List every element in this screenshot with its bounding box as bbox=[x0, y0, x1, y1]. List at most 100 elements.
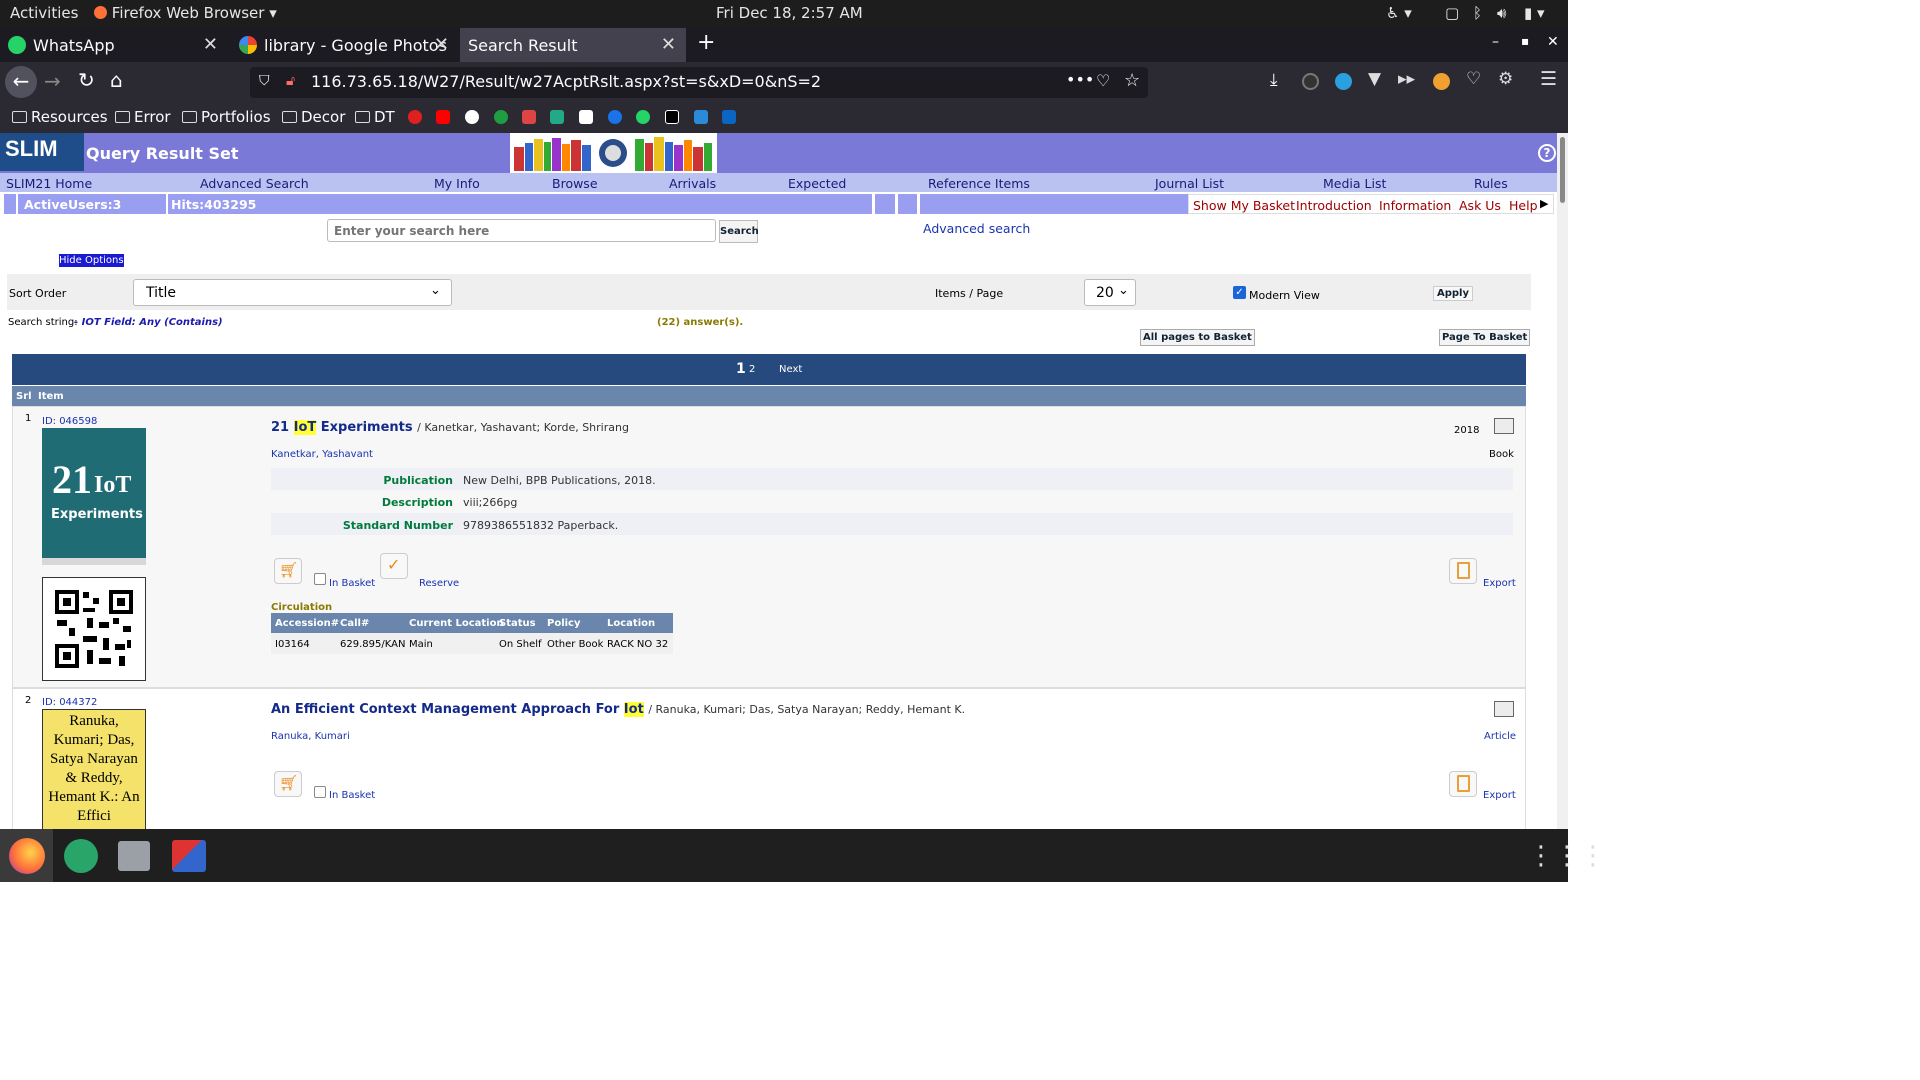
menu-item-home[interactable]: SLIM21 Home bbox=[6, 176, 92, 191]
accessibility-icon[interactable]: ♿ ▾ bbox=[1386, 4, 1412, 22]
app-menu[interactable]: Firefox Web Browser ▾ bbox=[94, 4, 277, 22]
export-document-icon[interactable] bbox=[1449, 771, 1477, 797]
drive-icon[interactable] bbox=[550, 110, 564, 124]
whatsapp-icon[interactable] bbox=[636, 110, 650, 124]
file-manager-icon[interactable] bbox=[118, 841, 150, 871]
url-text[interactable]: 116.73.65.18/W27/Result/w27AcptRslt.aspx… bbox=[311, 72, 821, 91]
result-title-link[interactable]: An Efficient Context Management Approach… bbox=[271, 702, 965, 717]
advanced-search-link[interactable]: Advanced search bbox=[923, 221, 1030, 236]
bookmark-folder-dt[interactable]: DT bbox=[355, 108, 395, 126]
github-icon[interactable] bbox=[465, 110, 479, 124]
author-link[interactable]: Ranuka, Kumari bbox=[271, 731, 350, 742]
search-input[interactable] bbox=[327, 219, 716, 242]
information-link[interactable]: Information bbox=[1379, 198, 1451, 213]
next-page-link[interactable]: Next bbox=[779, 364, 802, 375]
bookmark-icon[interactable] bbox=[608, 110, 622, 124]
software-center-icon[interactable] bbox=[64, 839, 98, 873]
gmail-icon[interactable] bbox=[522, 110, 536, 124]
sort-order-select[interactable]: Title ⌄ bbox=[133, 279, 452, 306]
page-scrollbar[interactable] bbox=[1557, 133, 1568, 829]
youtube-icon[interactable] bbox=[436, 110, 450, 124]
menu-item-reference[interactable]: Reference Items bbox=[928, 176, 1030, 191]
extension-icon[interactable]: ♡ bbox=[1466, 69, 1481, 89]
result-title-link[interactable]: 21 IoT Experiments / Kanetkar, Yashavant… bbox=[271, 420, 629, 435]
bookmark-star-icon[interactable]: ☆ bbox=[1124, 70, 1140, 91]
hide-options-link[interactable]: Hide Options bbox=[59, 254, 124, 267]
tab-google-photos[interactable]: library - Google Photos ✕ bbox=[231, 28, 459, 62]
extension-icon[interactable] bbox=[1335, 73, 1352, 90]
in-basket-checkbox[interactable] bbox=[314, 786, 326, 798]
menu-item-journal-list[interactable]: Journal List bbox=[1155, 176, 1224, 191]
new-tab-button[interactable]: + bbox=[697, 30, 715, 55]
search-button[interactable]: Search bbox=[719, 220, 759, 243]
linkedin-icon[interactable] bbox=[722, 110, 736, 124]
download-icon[interactable]: ⤓ bbox=[1270, 70, 1278, 90]
screen-recorder-icon[interactable] bbox=[172, 840, 206, 872]
export-link[interactable]: Export bbox=[1483, 578, 1516, 589]
page-actions-icon[interactable]: ••• bbox=[1066, 70, 1094, 89]
ask-us-link[interactable]: Ask Us bbox=[1459, 198, 1501, 213]
insecure-lock-icon[interactable]: 🔓︎ bbox=[286, 73, 295, 89]
introduction-link[interactable]: Introduction bbox=[1296, 198, 1372, 213]
shield-icon[interactable]: ⛉ bbox=[259, 73, 270, 89]
bookmark-folder-portfolios[interactable]: Portfolios bbox=[182, 108, 271, 126]
author-link[interactable]: Kanetkar, Yashavant bbox=[271, 449, 373, 460]
bookmark-icon[interactable] bbox=[494, 110, 508, 124]
menu-item-expected[interactable]: Expected bbox=[788, 176, 846, 191]
extension-icon[interactable] bbox=[1302, 73, 1319, 90]
show-basket-link[interactable]: Show My Basket bbox=[1193, 198, 1295, 213]
bookmark-icon[interactable] bbox=[694, 110, 708, 124]
page-2-link[interactable]: 2 bbox=[749, 364, 755, 375]
bookmark-icon[interactable] bbox=[665, 110, 679, 124]
article-cover-image[interactable]: Ranuka, Kumari; Das, Satya Narayan & Red… bbox=[42, 709, 146, 829]
forward-button[interactable]: → bbox=[44, 69, 61, 93]
add-to-basket-cart-icon[interactable]: 🛒︎ bbox=[274, 558, 302, 584]
bookmark-folder-resources[interactable]: Resources bbox=[12, 108, 108, 126]
close-window-button[interactable]: ✕ bbox=[1547, 34, 1559, 50]
menu-item-rules[interactable]: Rules bbox=[1474, 176, 1508, 191]
activities-button[interactable]: Activities bbox=[10, 4, 78, 22]
app-grid-icon[interactable]: ⋮⋮⋮ bbox=[1528, 843, 1606, 869]
amazon-icon[interactable] bbox=[579, 110, 593, 124]
volume-icon[interactable]: 🔊︎ bbox=[1497, 4, 1506, 22]
add-to-basket-cart-icon[interactable]: 🛒︎ bbox=[274, 771, 302, 797]
minimize-button[interactable]: – bbox=[1492, 34, 1499, 50]
menu-icon[interactable]: ☰ bbox=[1540, 68, 1557, 90]
export-link[interactable]: Export bbox=[1483, 790, 1516, 801]
tab-whatsapp[interactable]: WhatsApp ✕ bbox=[0, 28, 228, 62]
menu-item-media-list[interactable]: Media List bbox=[1323, 176, 1386, 191]
help-link[interactable]: Help bbox=[1509, 198, 1538, 213]
maximize-button[interactable]: ▪ bbox=[1521, 34, 1529, 48]
dock-firefox[interactable] bbox=[0, 829, 53, 882]
modern-view-checkbox[interactable]: ✓ bbox=[1233, 286, 1246, 299]
menu-item-my-info[interactable]: My Info bbox=[434, 176, 480, 191]
menu-item-advanced-search[interactable]: Advanced Search bbox=[200, 176, 309, 191]
extension-icon[interactable]: ▼ bbox=[1368, 69, 1381, 89]
apply-button[interactable]: Apply bbox=[1433, 286, 1474, 301]
bookmark-icon[interactable] bbox=[408, 110, 422, 124]
bookmark-folder-decor[interactable]: Decor bbox=[282, 108, 345, 126]
menu-item-arrivals[interactable]: Arrivals bbox=[669, 176, 716, 191]
bluetooth-icon[interactable]: ᛒ bbox=[1473, 4, 1482, 22]
extension-icon[interactable]: ▸▸ bbox=[1398, 69, 1415, 89]
clock[interactable]: Fri Dec 18, 2:57 AM bbox=[716, 4, 863, 22]
reload-button[interactable]: ↻ bbox=[78, 68, 95, 92]
export-document-icon[interactable] bbox=[1449, 558, 1477, 584]
battery-icon[interactable]: ▮ ▾ bbox=[1524, 4, 1545, 22]
home-button[interactable]: ⌂ bbox=[110, 68, 123, 92]
scrollbar-thumb[interactable] bbox=[1560, 137, 1565, 203]
url-bar[interactable]: ⛉ 🔓︎ 116.73.65.18/W27/Result/w27AcptRslt… bbox=[250, 67, 1148, 98]
in-basket-checkbox[interactable] bbox=[314, 573, 326, 585]
close-icon[interactable]: ✕ bbox=[661, 34, 676, 55]
screen-icon[interactable]: ▢ bbox=[1445, 4, 1459, 22]
menu-item-browse[interactable]: Browse bbox=[552, 176, 598, 191]
gear-icon[interactable]: ⚙ bbox=[1498, 69, 1513, 89]
close-icon[interactable]: ✕ bbox=[434, 34, 449, 55]
page-to-basket-button[interactable]: Page To Basket bbox=[1439, 329, 1531, 346]
reserve-check-icon[interactable]: ✓ bbox=[380, 553, 408, 579]
reserve-link[interactable]: Reserve bbox=[419, 578, 459, 589]
back-button[interactable]: ← bbox=[5, 66, 37, 98]
help-icon[interactable]: ? bbox=[1538, 144, 1556, 162]
all-pages-to-basket-button[interactable]: All pages to Basket bbox=[1140, 329, 1255, 346]
book-cover-image[interactable]: 21 IoT Experiments bbox=[42, 428, 146, 565]
